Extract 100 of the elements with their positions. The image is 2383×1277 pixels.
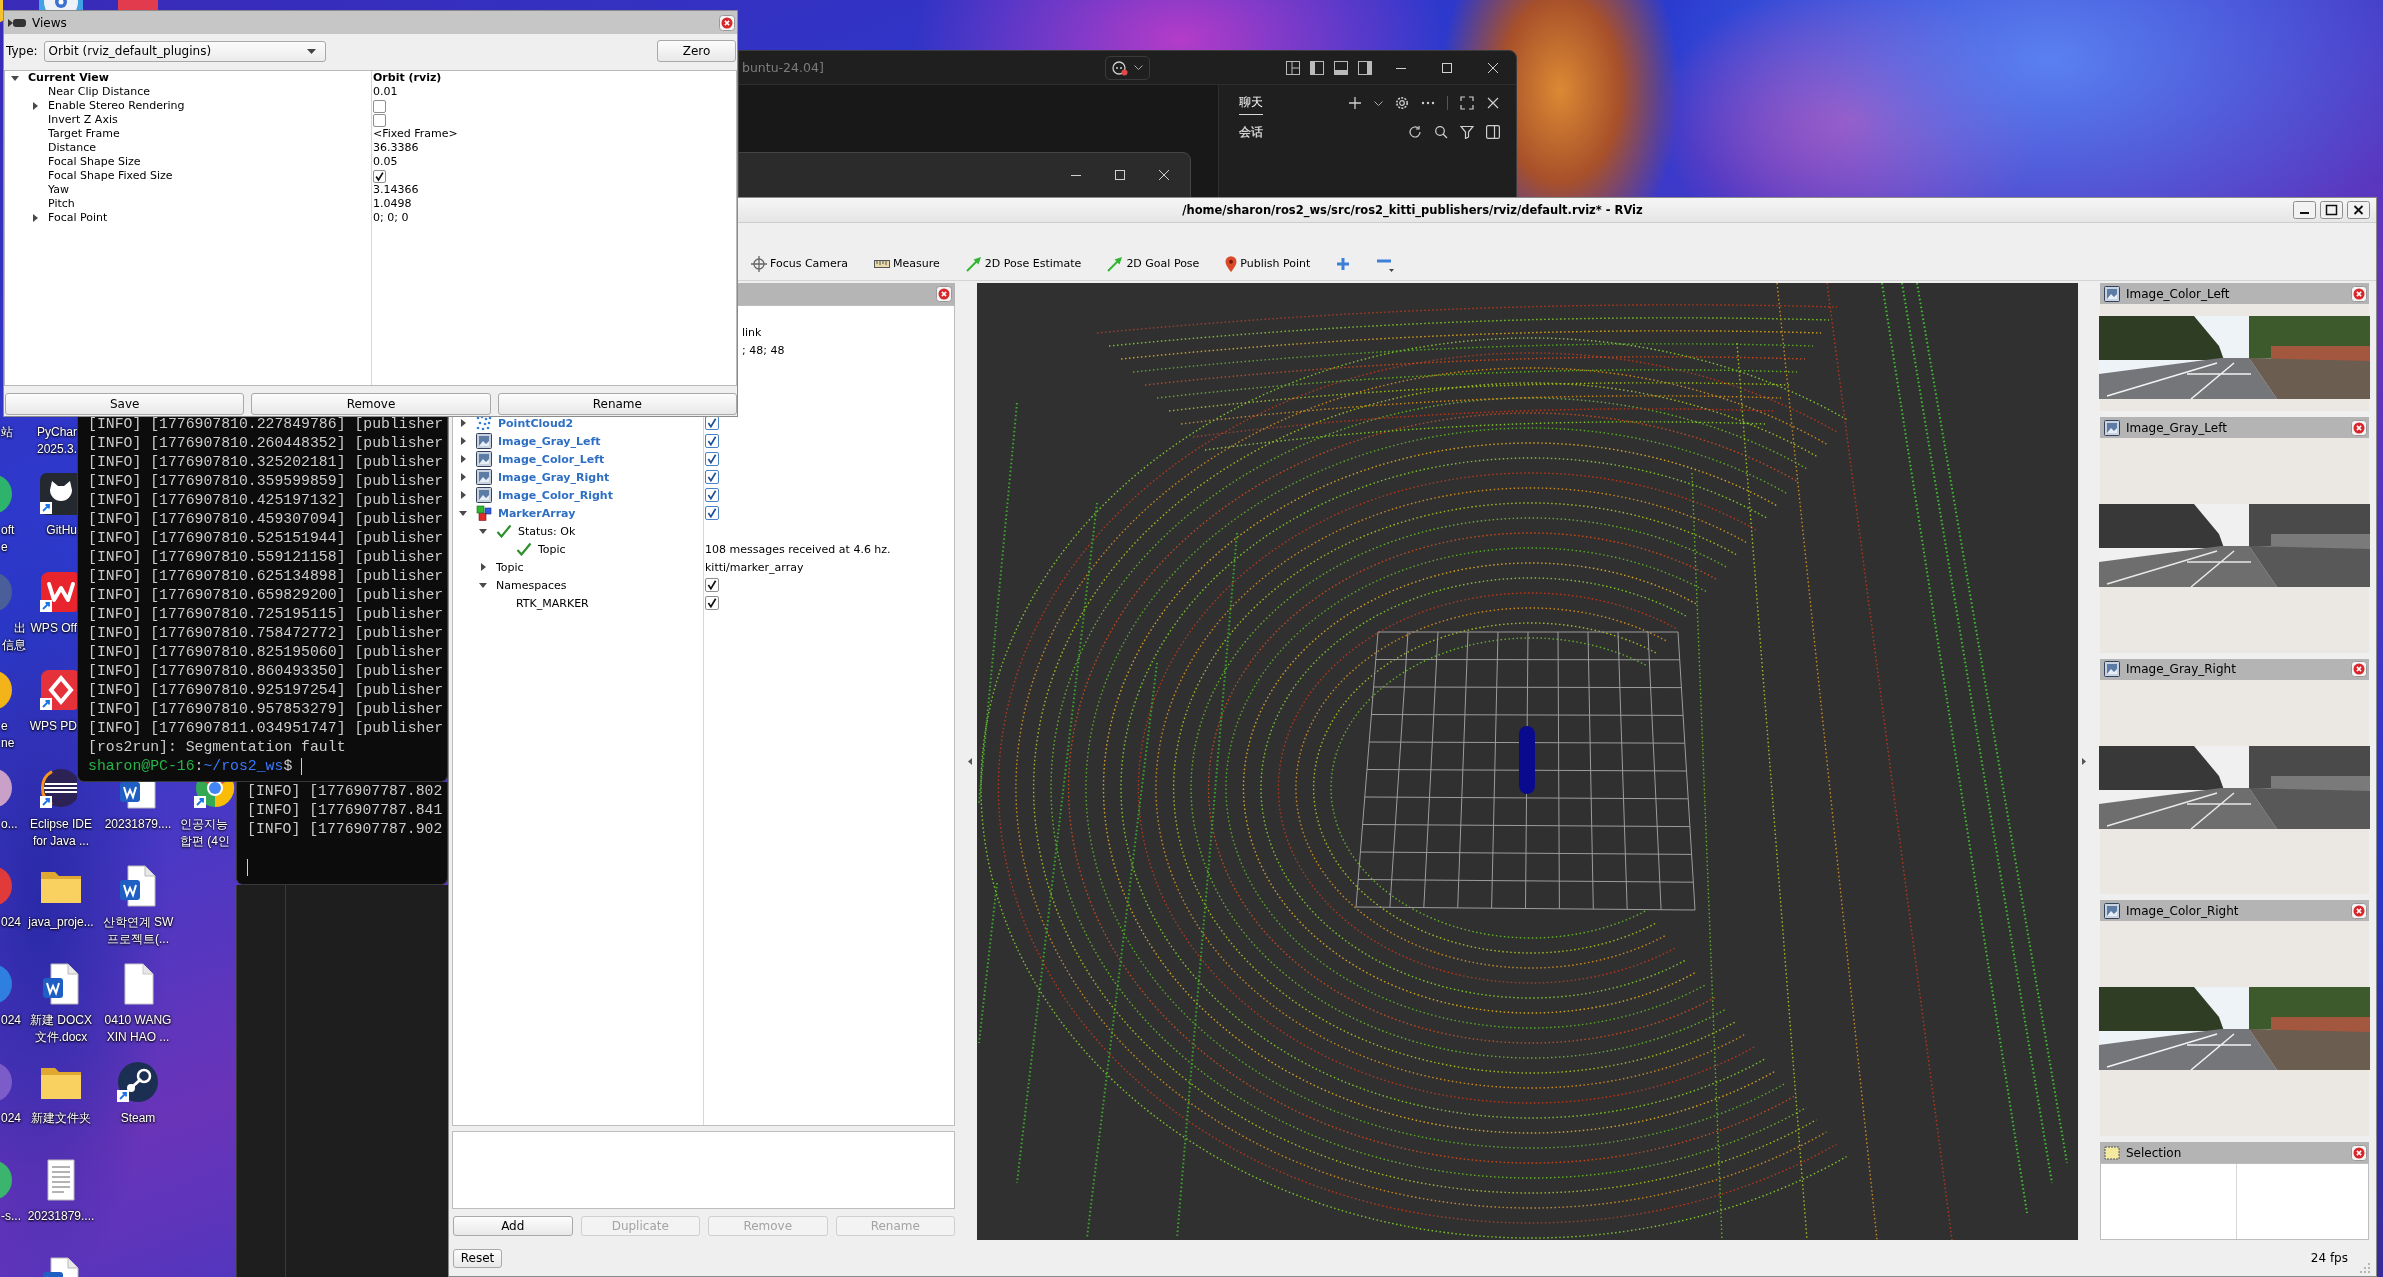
tree-arrow-icon[interactable] — [32, 102, 38, 110]
icon-label[interactable]: 인공지능 합편 (4인 — [180, 816, 230, 850]
tree-arrow-icon[interactable] — [460, 491, 466, 499]
property-name[interactable]: Pitch — [48, 197, 75, 211]
checkbox[interactable] — [705, 470, 719, 484]
fullscreen-icon[interactable] — [1460, 96, 1474, 110]
icon-label[interactable]: 新建 DOCX 文件.docx — [30, 1012, 92, 1046]
property-name[interactable]: Near Clip Distance — [48, 85, 151, 99]
resize-grip-icon[interactable] — [2360, 1263, 2370, 1273]
tree-arrow-icon[interactable] — [479, 582, 487, 588]
property-name[interactable]: Invert Z Axis — [48, 113, 118, 127]
icon-label[interactable]: GitHu — [46, 522, 77, 539]
focus-camera-button[interactable]: Focus Camera — [751, 255, 849, 272]
tree-arrow-icon[interactable] — [460, 455, 466, 463]
publish-point-button[interactable]: Publish Point — [1225, 255, 1311, 272]
tab[interactable]: 聊天 — [1239, 91, 1263, 115]
display-name[interactable]: Image_Gray_Left — [498, 434, 601, 448]
property-name[interactable]: Target Frame — [48, 127, 120, 141]
layout-icon[interactable] — [1310, 60, 1324, 75]
layout-icon[interactable] — [1286, 60, 1300, 75]
icon-label[interactable]: -s... — [1, 1208, 21, 1225]
icon-label[interactable]: 024 — [1, 914, 22, 931]
property-name[interactable]: Yaw — [48, 183, 69, 197]
display-name[interactable]: Image_Gray_Right — [498, 470, 610, 484]
2d-pose-estimate-button[interactable]: 2D Pose Estimate — [965, 255, 1082, 272]
refresh-icon[interactable] — [1408, 125, 1422, 139]
tree-arrow-icon[interactable] — [479, 528, 487, 534]
property-name[interactable]: Topic — [496, 560, 524, 574]
sidebar-icon[interactable] — [1486, 125, 1500, 139]
checkbox[interactable] — [373, 99, 386, 113]
icon-label[interactable]: Steam — [120, 1110, 156, 1127]
maximize-button[interactable] — [1115, 170, 1125, 180]
property-name[interactable]: Focal Point — [48, 211, 108, 225]
display-name[interactable]: Image_Color_Right — [498, 488, 613, 502]
property-name[interactable]: Status: Ok — [518, 524, 576, 538]
type-dropdown[interactable]: Orbit (rviz_default_plugins) — [43, 40, 326, 62]
property-name[interactable]: Namespaces — [496, 578, 567, 592]
property-name[interactable]: Topic — [538, 542, 566, 556]
checkbox[interactable] — [373, 113, 386, 127]
icon-label[interactable]: java_proje... — [28, 914, 94, 931]
assistant-button[interactable] — [1105, 55, 1150, 80]
icon-label[interactable]: 산학연계 SW 프로젝트(... — [102, 914, 174, 948]
property-name[interactable]: Enable Stereo Rendering — [48, 99, 185, 113]
search-icon[interactable] — [1434, 125, 1448, 139]
property-name[interactable]: RTK_MARKER — [516, 596, 589, 610]
tree-arrow-icon[interactable] — [459, 510, 467, 516]
filter-icon[interactable] — [1460, 125, 1474, 139]
tree-arrow-icon[interactable] — [480, 563, 486, 571]
tree-arrow-icon[interactable] — [32, 214, 38, 222]
app-tile-icon[interactable] — [38, 667, 77, 713]
checkbox[interactable] — [705, 506, 719, 520]
close-button[interactable] — [1159, 170, 1169, 180]
icon-label[interactable]: WPS PD — [29, 718, 77, 735]
icon-label[interactable]: 0410 WANG XIN HAO ... — [104, 1012, 172, 1046]
display-name[interactable]: PointCloud2 — [498, 416, 574, 430]
app-tile-icon[interactable] — [115, 0, 161, 10]
remove-button[interactable]: Remove — [251, 393, 491, 415]
icon-label[interactable]: o... — [1, 816, 18, 833]
icon-label[interactable]: oft e — [1, 522, 15, 556]
measure-button[interactable]: Measure — [874, 257, 940, 270]
icon-label[interactable]: 024 — [1, 1110, 22, 1127]
rename-button[interactable]: Rename — [497, 393, 737, 415]
property-name[interactable]: Distance — [48, 141, 97, 155]
icon-label[interactable]: 新建文件夹 — [31, 1110, 91, 1127]
maximize-button[interactable] — [1442, 62, 1452, 73]
checkbox[interactable] — [705, 596, 719, 610]
property-name[interactable]: Current View — [28, 71, 109, 85]
close-icon[interactable] — [1486, 96, 1500, 110]
zigzag-logo-icon[interactable] — [38, 569, 77, 615]
add-button[interactable]: Add — [453, 1216, 573, 1236]
icon-label[interactable]: 出 信息 — [2, 620, 26, 654]
display-name[interactable]: MarkerArray — [498, 506, 576, 520]
2d-goal-pose-button[interactable]: 2D Goal Pose — [1107, 255, 1200, 272]
tree-arrow-icon[interactable] — [460, 437, 466, 445]
checkbox[interactable] — [705, 488, 719, 502]
zero-button[interactable]: Zero — [657, 40, 736, 62]
icon-label[interactable]: PyChar 2025.3. — [36, 424, 77, 458]
icon-label[interactable]: 站 — [1, 424, 13, 441]
property-name[interactable]: Focal Shape Fixed Size — [48, 169, 173, 183]
close-button[interactable] — [1488, 62, 1498, 73]
icon-label[interactable]: WPS Off — [30, 620, 77, 637]
close-button[interactable] — [2347, 201, 2370, 219]
checkbox[interactable] — [705, 452, 719, 466]
minimize-button[interactable] — [2293, 201, 2316, 219]
settings-icon[interactable] — [1395, 96, 1409, 110]
layout-icon[interactable] — [1358, 60, 1372, 75]
icon-label[interactable]: 20231879.... — [27, 1208, 95, 1225]
collapse-arrow-icon[interactable] — [2082, 758, 2087, 765]
maximize-button[interactable] — [2320, 201, 2343, 219]
checkbox[interactable] — [705, 434, 719, 448]
collapse-arrow-icon[interactable] — [967, 758, 972, 765]
display-name[interactable]: Image_Color_Left — [498, 452, 605, 466]
reset-button[interactable]: Reset — [453, 1248, 502, 1268]
layout-icon[interactable] — [1334, 60, 1348, 75]
save-button[interactable]: Save — [5, 393, 245, 415]
round-logo-icon[interactable] — [115, 1059, 161, 1105]
tree-arrow-icon[interactable] — [460, 419, 466, 427]
icon-label[interactable]: e ne — [1, 718, 15, 752]
cat-logo-icon[interactable] — [38, 471, 77, 517]
chevron-down-icon[interactable] — [1374, 100, 1383, 106]
